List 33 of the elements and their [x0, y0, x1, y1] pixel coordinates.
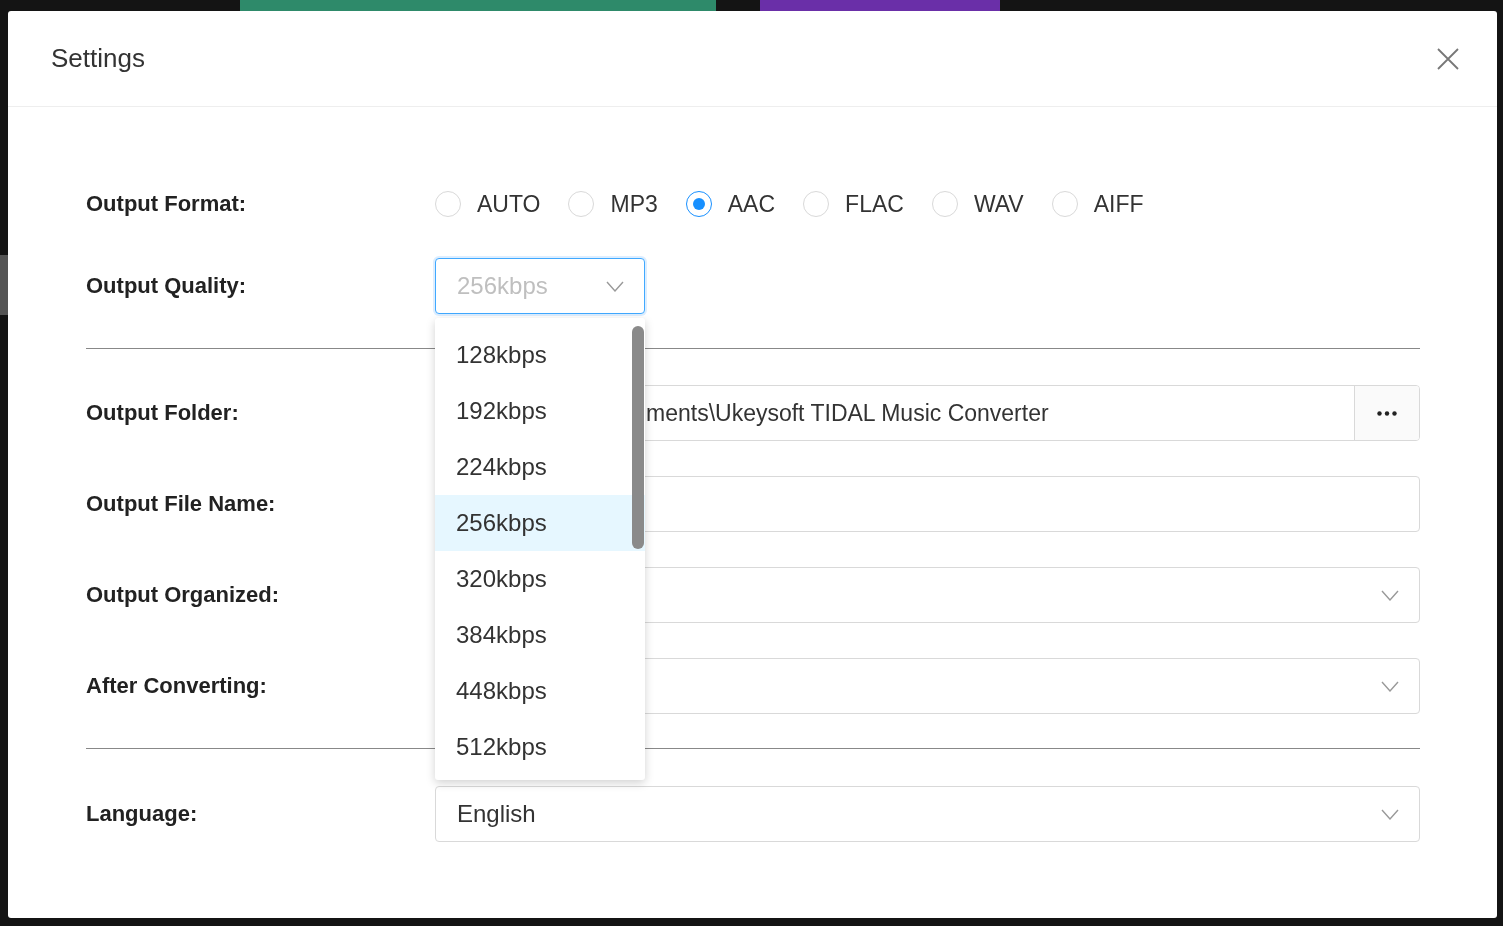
format-radio-option[interactable]: AIFF	[1051, 190, 1144, 218]
dropdown-option[interactable]: 448kbps	[435, 663, 645, 719]
scrollbar-thumb[interactable]	[632, 326, 644, 549]
browse-button[interactable]	[1354, 386, 1419, 440]
setting-label: Output Format:	[86, 191, 248, 217]
select-value: 256kbps	[457, 272, 548, 300]
dropdown-option[interactable]: 512kbps	[435, 719, 645, 775]
dropdown-option[interactable]: 192kbps	[435, 383, 645, 439]
dropdown-option[interactable]: 384kbps	[435, 607, 645, 663]
setting-label: Output File Name:	[86, 491, 277, 517]
select-value: English	[457, 800, 536, 828]
format-radio-option[interactable]: FLAC	[803, 190, 904, 218]
dropdown-option[interactable]: 128kbps	[435, 327, 645, 383]
setting-label: Output Folder:	[86, 400, 240, 426]
dropdown-option[interactable]: 320kbps	[435, 551, 645, 607]
more-icon	[1377, 410, 1397, 416]
language-select[interactable]: English	[435, 786, 1420, 842]
format-radio-option[interactable]: WAV	[931, 190, 1024, 218]
format-radio-option[interactable]: MP3	[568, 190, 658, 218]
setting-label: Output Organized:	[86, 582, 281, 608]
chevron-down-icon	[1381, 680, 1399, 692]
dropdown-option[interactable]: 256kbps	[435, 495, 645, 551]
close-icon	[1437, 47, 1459, 70]
dialog-title: Settings	[51, 43, 145, 74]
format-radio-option[interactable]: AAC	[685, 190, 776, 218]
format-radio-option[interactable]: AUTO	[435, 190, 541, 218]
setting-label: Output Quality:	[86, 273, 248, 299]
chevron-down-icon	[606, 280, 624, 292]
setting-label: After Converting:	[86, 673, 268, 699]
chevron-down-icon	[1381, 808, 1399, 820]
dropdown-option[interactable]: 224kbps	[435, 439, 645, 495]
chevron-down-icon	[1381, 589, 1399, 601]
setting-label: Language:	[86, 801, 199, 827]
